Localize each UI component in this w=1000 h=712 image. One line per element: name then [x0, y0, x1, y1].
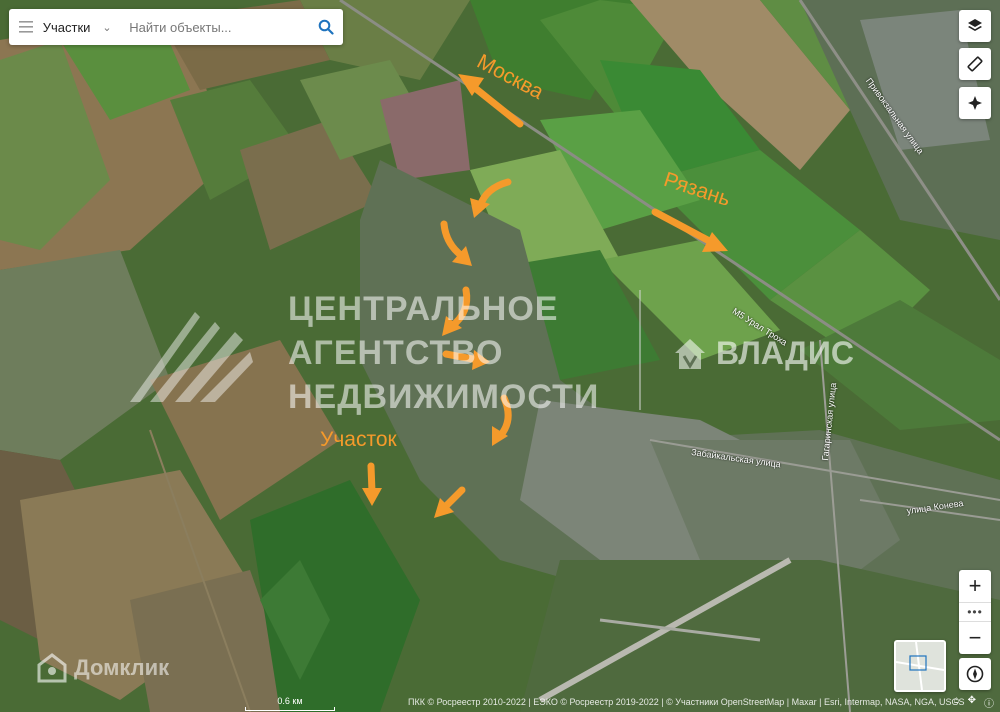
attribution-icons: ⌂ ✥ ⓘ [954, 695, 994, 710]
agency-watermark-line: НЕДВИЖИМОСТИ [288, 378, 600, 416]
plot-label: Участок [320, 428, 397, 451]
domklik-watermark-text: Домклик [74, 655, 170, 680]
zoom-out-button[interactable]: − [959, 622, 991, 654]
chevron-down-icon: ⌄ [102, 21, 112, 34]
zoom-controls: + ••• − [959, 570, 991, 654]
vladis-watermark: ВЛАДИС [672, 335, 854, 372]
category-select-value: Участки [42, 19, 91, 35]
attribution-text: ПКК © Росреестр 2010-2022 | ЕЭКО © Росре… [408, 697, 965, 707]
scale-line [245, 707, 335, 711]
move-icon[interactable]: ✥ [968, 695, 976, 710]
info-icon[interactable]: ⓘ [984, 695, 994, 710]
zoom-more-button[interactable]: ••• [959, 602, 991, 622]
category-select[interactable]: Участки ⌄ [43, 9, 126, 45]
scale-label: 0.6 км [277, 696, 303, 706]
locate-icon [968, 96, 982, 110]
domklik-logo-icon [37, 653, 67, 683]
search-panel: Участки ⌄ [9, 9, 343, 45]
home-icon[interactable]: ⌂ [954, 695, 960, 710]
agency-watermark: ЦЕНТРАЛЬНОЕ АГЕНТСТВО НЕДВИЖИМОСТИ [288, 287, 599, 419]
vladis-logo-icon [675, 338, 705, 369]
ruler-icon [967, 56, 983, 72]
minimap[interactable] [894, 640, 946, 692]
compass-icon [966, 665, 984, 683]
layers-icon [968, 19, 982, 31]
agency-watermark-line: ЦЕНТРАЛЬНОЕ [288, 290, 559, 328]
zoom-in-button[interactable]: + [959, 570, 991, 602]
menu-icon[interactable] [9, 9, 43, 45]
search-input[interactable] [125, 12, 310, 42]
agency-watermark-line: АГЕНТСТВО [288, 334, 504, 372]
compass-button[interactable] [959, 658, 991, 690]
search-icon[interactable] [309, 9, 343, 45]
layers-button[interactable] [959, 10, 991, 42]
scale-bar: 0.6 км [245, 696, 335, 711]
locate-button[interactable] [959, 87, 991, 119]
ruler-button[interactable] [959, 48, 991, 80]
domklik-watermark: Домклик [36, 652, 169, 684]
agency-logo-icon [125, 292, 255, 412]
